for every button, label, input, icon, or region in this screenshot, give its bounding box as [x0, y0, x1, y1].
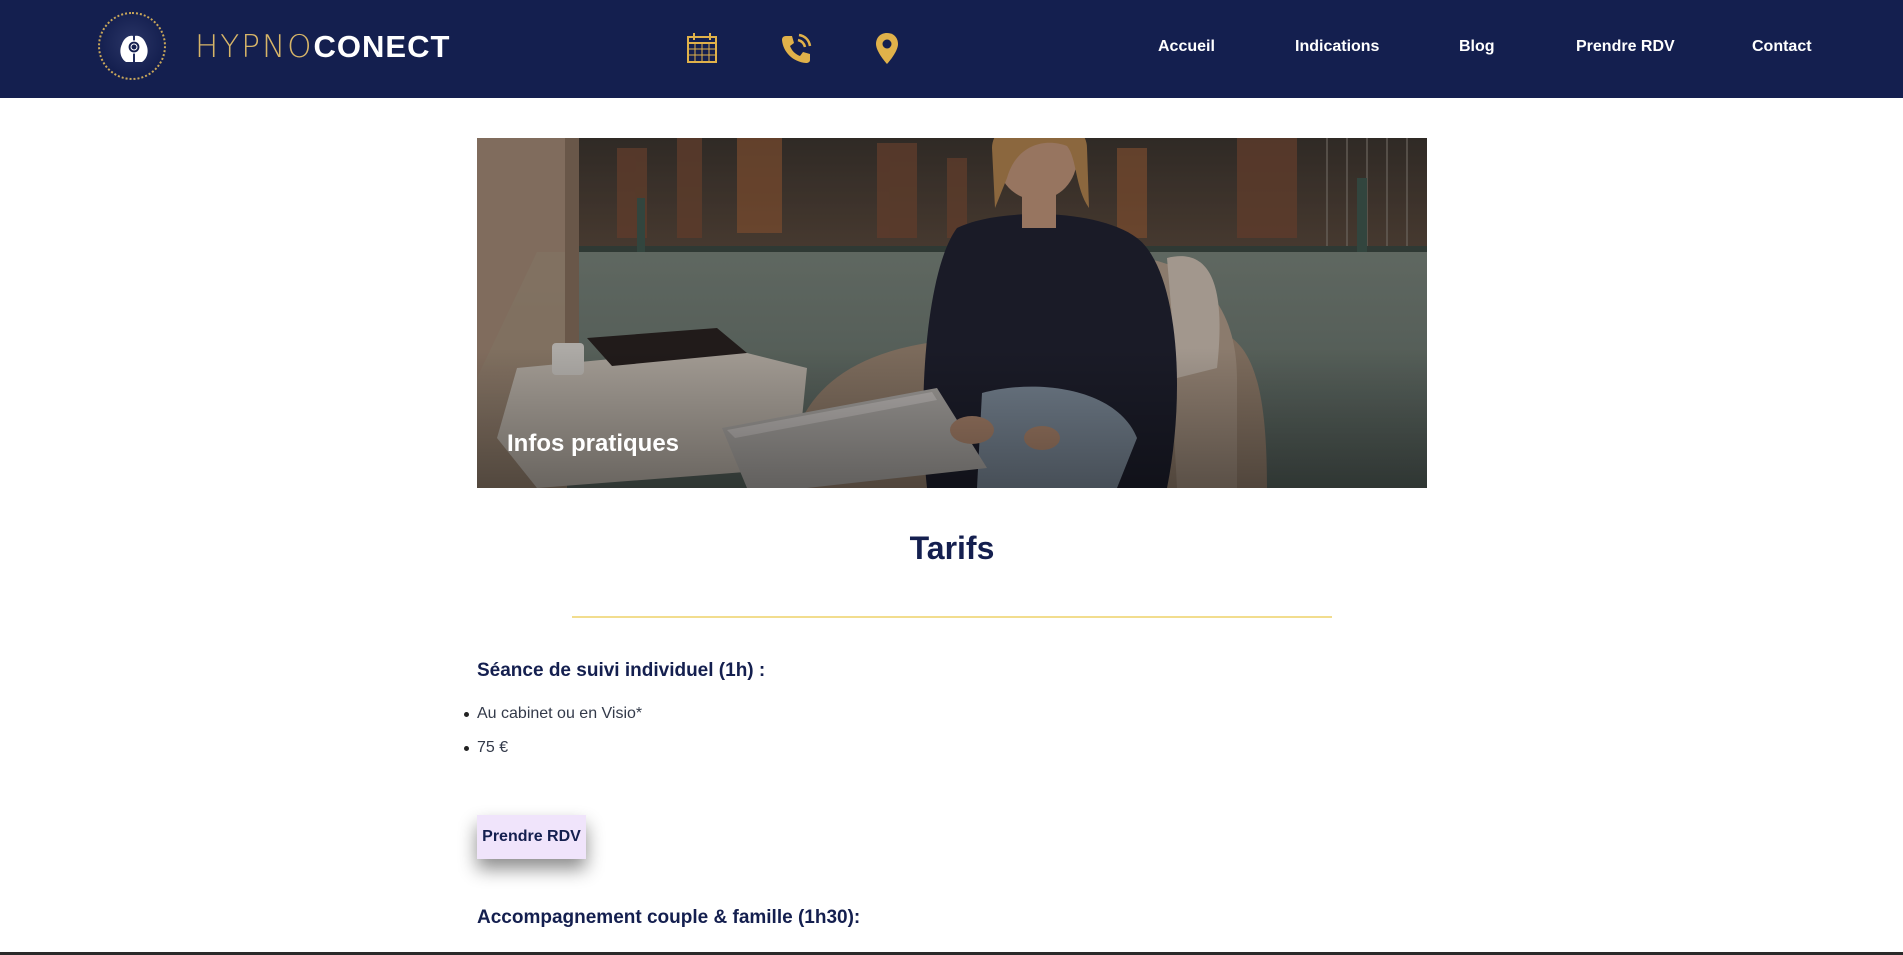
session-individuel-list: Au cabinet ou en Visio* 75 € [463, 697, 642, 765]
prendre-rdv-button[interactable]: Prendre RDV [477, 815, 586, 859]
list-item: Au cabinet ou en Visio* [463, 697, 642, 731]
brand-name-light: HYPNO [195, 29, 314, 65]
brand-name[interactable]: HYPNOCONECT [195, 27, 450, 67]
nav-indications[interactable]: Indications [1295, 38, 1379, 60]
hero-banner: Infos pratiques [477, 138, 1427, 488]
nav-contact[interactable]: Contact [1752, 38, 1812, 60]
session-couple-famille-heading: Accompagnement couple & famille (1h30): [477, 907, 861, 928]
nav-accueil[interactable]: Accueil [1158, 38, 1215, 60]
hero-title: Infos pratiques [507, 430, 680, 457]
heads-logo-icon [120, 35, 148, 62]
section-divider [572, 616, 1332, 618]
site-header: HYPNOCONECT Accueil Indications Blog Pre… [0, 0, 1903, 98]
session-individuel-heading: Séance de suivi individuel (1h) : [477, 660, 766, 681]
section-title-tarifs: Tarifs [909, 530, 995, 566]
logo-emblem[interactable] [98, 12, 166, 80]
calendar-icon[interactable] [683, 30, 721, 68]
list-item: 75 € [463, 731, 642, 765]
map-pin-icon[interactable] [868, 30, 906, 68]
phone-icon[interactable] [777, 30, 815, 68]
nav-prendre-rdv[interactable]: Prendre RDV [1576, 38, 1675, 60]
brand-name-bold: CONECT [313, 29, 451, 64]
nav-blog[interactable]: Blog [1459, 38, 1495, 60]
